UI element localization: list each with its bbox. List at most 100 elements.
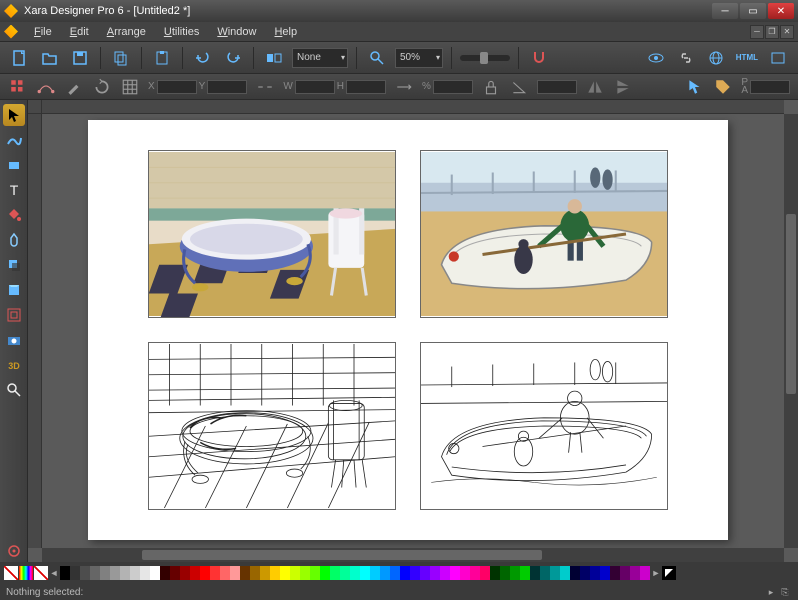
tag-icon[interactable]	[713, 77, 733, 97]
freehand-tool[interactable]	[3, 129, 25, 151]
color-swatch[interactable]	[550, 566, 560, 580]
current-colors-icon[interactable]	[662, 566, 676, 580]
color-swatch[interactable]	[630, 566, 640, 580]
x-input[interactable]	[157, 80, 197, 94]
color-swatch[interactable]	[510, 566, 520, 580]
color-swatch[interactable]	[250, 566, 260, 580]
color-scroll-left[interactable]: ◄	[49, 568, 59, 578]
mdi-restore-button[interactable]: ❐	[765, 25, 779, 39]
color-swatch[interactable]	[200, 566, 210, 580]
shape-tool[interactable]	[3, 154, 25, 176]
color-swatch[interactable]	[110, 566, 120, 580]
color-swatch[interactable]	[210, 566, 220, 580]
flip-h-icon[interactable]	[585, 77, 605, 97]
color-swatch[interactable]	[640, 566, 650, 580]
color-swatch[interactable]	[360, 566, 370, 580]
quality-slider[interactable]	[460, 55, 510, 61]
color-swatch[interactable]	[470, 566, 480, 580]
color-swatch[interactable]	[280, 566, 290, 580]
selector-tool[interactable]	[3, 104, 25, 126]
color-swatch[interactable]	[180, 566, 190, 580]
menu-edit[interactable]: Edit	[62, 24, 97, 40]
color-swatch[interactable]	[260, 566, 270, 580]
color-swatch[interactable]	[370, 566, 380, 580]
color-scroll-right[interactable]: ►	[651, 568, 661, 578]
select-mode-icon[interactable]	[8, 77, 28, 97]
color-swatch[interactable]	[440, 566, 450, 580]
snap-button[interactable]	[527, 46, 551, 70]
paste-button[interactable]	[150, 46, 174, 70]
color-swatch[interactable]	[120, 566, 130, 580]
photo-tool[interactable]	[3, 329, 25, 351]
zoom-tool[interactable]	[3, 379, 25, 401]
color-swatch[interactable]	[560, 566, 570, 580]
copy-button[interactable]	[109, 46, 133, 70]
color-swatch[interactable]	[220, 566, 230, 580]
new-button[interactable]	[8, 46, 32, 70]
save-button[interactable]	[68, 46, 92, 70]
color-swatch[interactable]	[530, 566, 540, 580]
color-swatch[interactable]	[610, 566, 620, 580]
redo-button[interactable]	[221, 46, 245, 70]
mdi-minimize-button[interactable]: ─	[750, 25, 764, 39]
rotate-icon[interactable]	[92, 77, 112, 97]
more-tools[interactable]	[3, 540, 25, 562]
zoom-tool-button[interactable]	[365, 46, 389, 70]
color-swatch[interactable]	[320, 566, 330, 580]
fill-tool[interactable]	[3, 204, 25, 226]
color-swatch[interactable]	[590, 566, 600, 580]
bevel-tool[interactable]	[3, 279, 25, 301]
lock-icon[interactable]	[481, 77, 501, 97]
zoom-dropdown[interactable]: 50%	[395, 48, 443, 68]
color-swatch[interactable]	[90, 566, 100, 580]
color-swatch[interactable]	[70, 566, 80, 580]
color-swatch[interactable]	[160, 566, 170, 580]
web-button[interactable]	[704, 46, 728, 70]
w-input[interactable]	[295, 80, 335, 94]
ruler-vertical[interactable]	[28, 114, 42, 548]
hue-picker-swatch[interactable]	[19, 566, 33, 580]
minimize-button[interactable]: ─	[712, 3, 738, 19]
link-button[interactable]	[674, 46, 698, 70]
arrow-mode-icon[interactable]	[685, 77, 705, 97]
color-swatch[interactable]	[410, 566, 420, 580]
html-button[interactable]: HTML	[734, 46, 760, 70]
artwork-boat-sketch[interactable]	[420, 342, 668, 510]
angle-input[interactable]	[537, 80, 577, 94]
menu-help[interactable]: Help	[266, 24, 305, 40]
pct-input[interactable]	[433, 80, 473, 94]
color-swatch[interactable]	[170, 566, 180, 580]
page[interactable]	[88, 120, 728, 540]
color-swatch[interactable]	[480, 566, 490, 580]
color-swatch[interactable]	[230, 566, 240, 580]
color-swatch[interactable]	[60, 566, 70, 580]
undo-button[interactable]	[191, 46, 215, 70]
artwork-bathtub-color[interactable]	[148, 150, 396, 318]
mdi-close-button[interactable]: ✕	[780, 25, 794, 39]
color-swatch[interactable]	[290, 566, 300, 580]
options-button[interactable]	[766, 46, 790, 70]
angle-icon[interactable]	[509, 77, 529, 97]
brush-icon[interactable]	[64, 77, 84, 97]
menu-utilities[interactable]: Utilities	[156, 24, 207, 40]
scrollbar-horizontal[interactable]	[42, 548, 784, 562]
grid-icon[interactable]	[120, 77, 140, 97]
canvas-area[interactable]	[28, 100, 798, 562]
artwork-bathtub-sketch[interactable]	[148, 342, 396, 510]
color-swatch[interactable]	[390, 566, 400, 580]
color-swatch[interactable]	[80, 566, 90, 580]
flip-v-icon[interactable]	[613, 77, 633, 97]
h-input[interactable]	[346, 80, 386, 94]
color-swatch[interactable]	[400, 566, 410, 580]
color-swatch[interactable]	[620, 566, 630, 580]
color-swatch[interactable]	[430, 566, 440, 580]
color-swatch[interactable]	[380, 566, 390, 580]
color-swatch[interactable]	[580, 566, 590, 580]
color-swatch[interactable]	[240, 566, 250, 580]
scrollbar-vertical[interactable]	[784, 114, 798, 548]
menu-file[interactable]: File	[26, 24, 60, 40]
color-swatch[interactable]	[540, 566, 550, 580]
quality-dropdown[interactable]: None	[292, 48, 348, 68]
open-button[interactable]	[38, 46, 62, 70]
color-swatch[interactable]	[150, 566, 160, 580]
